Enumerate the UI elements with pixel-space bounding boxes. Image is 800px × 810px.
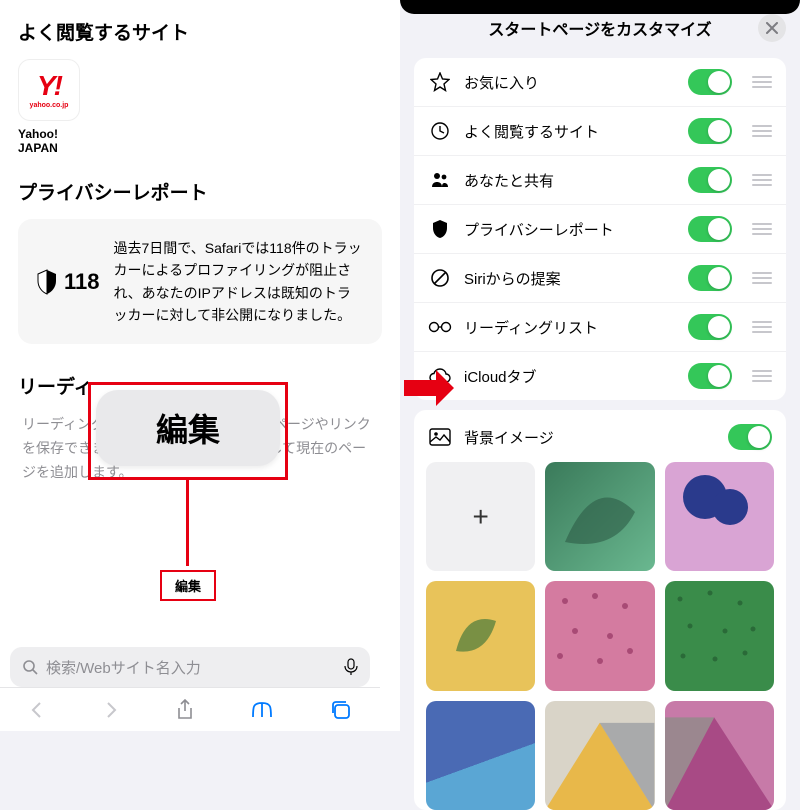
frequently-visited-title: よく閲覧するサイト bbox=[18, 18, 382, 45]
safari-toolbar bbox=[0, 687, 380, 731]
arrow-right-icon bbox=[402, 368, 456, 408]
forward-icon[interactable] bbox=[102, 701, 120, 719]
background-tile[interactable] bbox=[545, 701, 654, 810]
favorite-site-yahoo[interactable]: Y! yahoo.co.jp Yahoo! JAPAN bbox=[18, 59, 84, 156]
close-icon bbox=[766, 22, 778, 34]
people-icon bbox=[428, 170, 452, 190]
drag-handle[interactable] bbox=[752, 174, 772, 186]
shield-icon: 118 bbox=[36, 237, 100, 327]
search-bar[interactable]: 検索/Webサイト名入力 bbox=[10, 647, 370, 687]
background-tile[interactable] bbox=[665, 462, 774, 571]
yahoo-icon: Y! yahoo.co.jp bbox=[18, 59, 80, 121]
row-background-image: 背景イメージ bbox=[426, 422, 774, 462]
search-icon bbox=[22, 659, 38, 675]
close-button[interactable] bbox=[758, 14, 786, 42]
background-tile[interactable] bbox=[426, 701, 535, 810]
toggle-background[interactable] bbox=[728, 424, 772, 450]
row-siri-suggestions: Siriからの提案 bbox=[414, 254, 786, 303]
privacy-report-card[interactable]: 118 過去7日間で、Safariでは118件のトラッカーによるプロファイリング… bbox=[18, 219, 382, 345]
settings-list: お気に入り よく閲覧するサイト あなたと共有 プライバシーレポート Siriから… bbox=[414, 58, 786, 400]
drag-handle[interactable] bbox=[752, 223, 772, 235]
back-icon[interactable] bbox=[28, 701, 46, 719]
tracker-count: 118 bbox=[64, 269, 100, 295]
privacy-description: 過去7日間で、Safariでは118件のトラッカーによるプロファイリングが阻止さ… bbox=[114, 237, 365, 327]
drag-handle[interactable] bbox=[752, 125, 772, 137]
drag-handle[interactable] bbox=[752, 321, 772, 333]
annotation-box bbox=[88, 382, 288, 480]
row-shared-with-you: あなたと共有 bbox=[414, 156, 786, 205]
sheet-header: スタートページをカスタマイズ bbox=[400, 0, 800, 52]
safari-start-page: よく閲覧するサイト Y! yahoo.co.jp Yahoo! JAPAN プラ… bbox=[0, 0, 400, 731]
sheet-title: スタートページをカスタマイズ bbox=[488, 16, 711, 40]
shield-icon bbox=[428, 219, 452, 239]
share-icon[interactable] bbox=[176, 699, 194, 721]
toggle-frequently-visited[interactable] bbox=[688, 118, 732, 144]
row-icloud-tabs: iCloudタブ bbox=[414, 352, 786, 400]
bookmarks-icon[interactable] bbox=[250, 701, 274, 719]
background-tile[interactable] bbox=[426, 581, 535, 690]
search-placeholder: 検索/Webサイト名入力 bbox=[46, 657, 336, 678]
toggle-favorites[interactable] bbox=[688, 69, 732, 95]
background-grid: + bbox=[426, 462, 774, 810]
toggle-reading-list[interactable] bbox=[688, 314, 732, 340]
background-tile[interactable] bbox=[545, 462, 654, 571]
toggle-siri[interactable] bbox=[688, 265, 732, 291]
tabs-icon[interactable] bbox=[330, 700, 352, 720]
image-icon bbox=[428, 428, 452, 446]
row-reading-list: リーディングリスト bbox=[414, 303, 786, 352]
drag-handle[interactable] bbox=[752, 370, 772, 382]
toggle-privacy[interactable] bbox=[688, 216, 732, 242]
background-image-section: 背景イメージ + bbox=[414, 410, 786, 810]
row-favorites: お気に入り bbox=[414, 58, 786, 107]
star-icon bbox=[428, 72, 452, 92]
favorite-label: Yahoo! JAPAN bbox=[18, 127, 84, 156]
glasses-icon bbox=[428, 321, 452, 333]
clock-icon bbox=[428, 121, 452, 141]
annotation-line bbox=[186, 480, 189, 566]
background-tile[interactable] bbox=[665, 581, 774, 690]
background-tile[interactable] bbox=[665, 701, 774, 810]
customize-sheet: スタートページをカスタマイズ お気に入り よく閲覧するサイト あなたと共有 プラ… bbox=[400, 0, 800, 731]
add-background-tile[interactable]: + bbox=[426, 462, 535, 571]
toggle-icloud-tabs[interactable] bbox=[688, 363, 732, 389]
privacy-report-title: プライバシーレポート bbox=[18, 178, 382, 205]
drag-handle[interactable] bbox=[752, 76, 772, 88]
edit-button[interactable]: 編集 bbox=[160, 570, 216, 601]
drag-handle[interactable] bbox=[752, 272, 772, 284]
row-privacy-report: プライバシーレポート bbox=[414, 205, 786, 254]
nosign-icon bbox=[428, 268, 452, 288]
background-tile[interactable] bbox=[545, 581, 654, 690]
toggle-shared[interactable] bbox=[688, 167, 732, 193]
mic-icon[interactable] bbox=[344, 658, 358, 676]
row-frequently-visited: よく閲覧するサイト bbox=[414, 107, 786, 156]
